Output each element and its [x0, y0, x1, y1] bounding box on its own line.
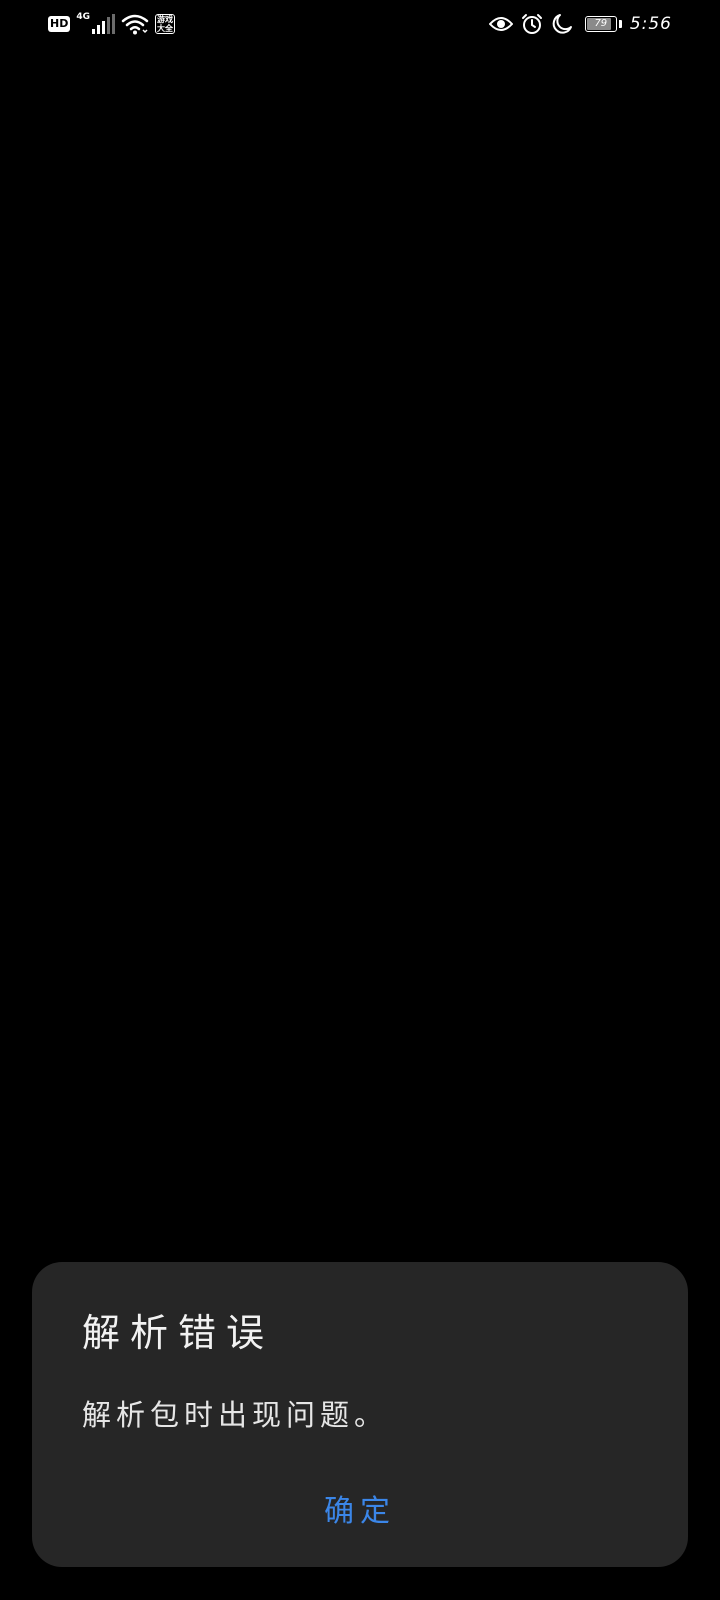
status-bar-right: 79 5:56: [488, 12, 672, 36]
battery-level: 79: [594, 18, 608, 29]
dialog-message: 解析包时出现问题。: [82, 1398, 389, 1432]
battery-tip: [618, 20, 622, 28]
eye-comfort-icon: [488, 15, 514, 33]
confirm-button[interactable]: 确定: [32, 1477, 688, 1547]
wifi-icon: [121, 13, 149, 35]
hd-icon: HD: [48, 16, 71, 32]
status-bar-left: HD 4G 游戏大全: [48, 12, 175, 36]
dialog-title: 解析错误: [82, 1311, 275, 1355]
app-notification-icon: 游戏大全: [155, 14, 175, 34]
alarm-icon: [521, 13, 543, 35]
do-not-disturb-icon: [551, 13, 573, 35]
battery-icon: 79: [584, 16, 617, 32]
network-type-label: 4G: [76, 12, 90, 22]
signal-icon: [92, 14, 115, 34]
status-bar: HD 4G 游戏大全 79 5:56: [0, 0, 720, 50]
clock: 5:56: [629, 14, 672, 34]
error-dialog: 解析错误 解析包时出现问题。 确定: [32, 1262, 688, 1567]
